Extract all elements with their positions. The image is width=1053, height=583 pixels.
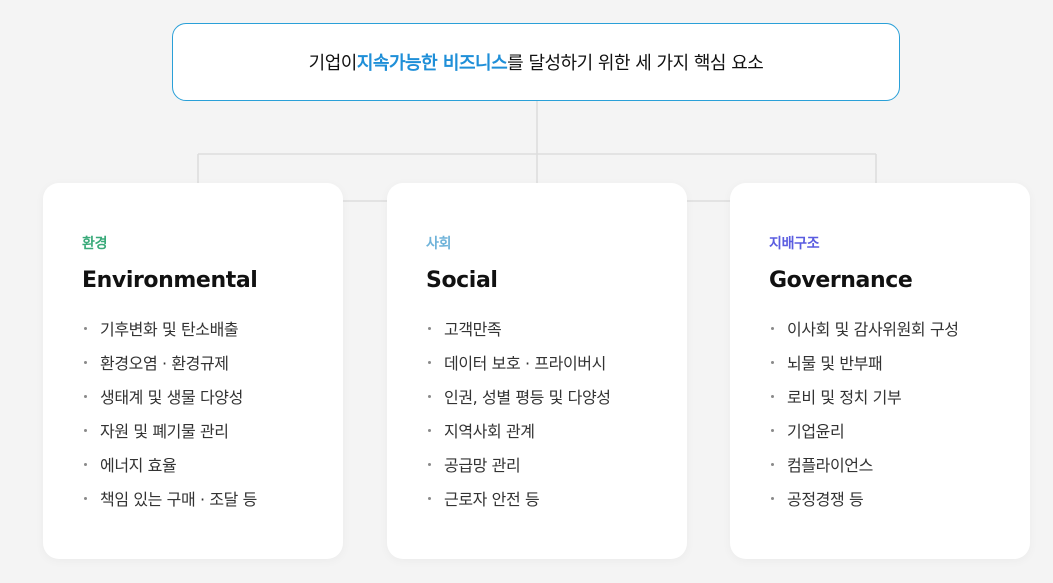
list-item: 지역사회 관계 (426, 413, 687, 447)
card-environmental: 환경 Environmental 기후변화 및 탄소배출 환경오염 · 환경규제… (43, 183, 343, 559)
list-item: 기후변화 및 탄소배출 (82, 311, 343, 345)
list-item: 데이터 보호 · 프라이버시 (426, 345, 687, 379)
bullet-icon (771, 496, 774, 500)
list-item: 생태계 및 생물 다양성 (82, 379, 343, 413)
header-suffix: 를 달성하기 위한 세 가지 핵심 요소 (507, 53, 764, 74)
list-item-text: 생태계 및 생물 다양성 (100, 388, 243, 407)
list-item-text: 이사회 및 감사위원회 구성 (787, 320, 959, 339)
list-item: 컴플라이언스 (769, 447, 1030, 481)
bullet-icon (84, 394, 87, 398)
header-highlight: 지속가능한 비즈니스 (356, 53, 508, 74)
bullet-icon (84, 496, 87, 500)
item-list: 고객만족 데이터 보호 · 프라이버시 인권, 성별 평등 및 다양성 지역사회… (426, 311, 687, 515)
bullet-icon (771, 326, 774, 330)
list-item-text: 기후변화 및 탄소배출 (100, 320, 239, 339)
bullet-icon (771, 462, 774, 466)
list-item-text: 기업윤리 (787, 422, 845, 441)
card-category: 사회 (426, 236, 452, 252)
list-item-text: 데이터 보호 · 프라이버시 (444, 354, 606, 373)
list-item-text: 자원 및 폐기물 관리 (100, 422, 229, 441)
list-item: 로비 및 정치 기부 (769, 379, 1030, 413)
list-item: 책임 있는 구매 · 조달 등 (82, 481, 343, 515)
list-item: 인권, 성별 평등 및 다양성 (426, 379, 687, 413)
list-item-text: 에너지 효율 (100, 456, 177, 475)
list-item-text: 컴플라이언스 (787, 456, 873, 475)
list-item: 뇌물 및 반부패 (769, 345, 1030, 379)
list-item: 이사회 및 감사위원회 구성 (769, 311, 1030, 345)
bullet-icon (84, 326, 87, 330)
list-item-text: 근로자 안전 등 (444, 490, 540, 509)
card-social: 사회 Social 고객만족 데이터 보호 · 프라이버시 인권, 성별 평등 … (387, 183, 687, 559)
list-item: 공급망 관리 (426, 447, 687, 481)
item-list: 이사회 및 감사위원회 구성 뇌물 및 반부패 로비 및 정치 기부 기업윤리 … (769, 311, 1030, 515)
bullet-icon (428, 428, 431, 432)
bullet-icon (428, 394, 431, 398)
list-item-text: 지역사회 관계 (444, 422, 535, 441)
bullet-icon (84, 360, 87, 364)
list-item-text: 로비 및 정치 기부 (787, 388, 902, 407)
list-item-text: 환경오염 · 환경규제 (100, 354, 229, 373)
card-category: 지배구조 (769, 236, 820, 252)
header-box: 기업이 지속가능한 비즈니스 를 달성하기 위한 세 가지 핵심 요소 (172, 23, 900, 101)
item-list: 기후변화 및 탄소배출 환경오염 · 환경규제 생태계 및 생물 다양성 자원 … (82, 311, 343, 515)
list-item-text: 인권, 성별 평등 및 다양성 (444, 388, 611, 407)
bullet-icon (84, 428, 87, 432)
list-item: 자원 및 폐기물 관리 (82, 413, 343, 447)
bullet-icon (771, 360, 774, 364)
bullet-icon (428, 462, 431, 466)
bullet-icon (428, 360, 431, 364)
list-item-text: 고객만족 (444, 320, 502, 339)
list-item: 공정경쟁 등 (769, 481, 1030, 515)
card-title: Environmental (82, 268, 258, 293)
list-item-text: 공정경쟁 등 (787, 490, 864, 509)
bullet-icon (84, 462, 87, 466)
list-item: 환경오염 · 환경규제 (82, 345, 343, 379)
card-title: Social (426, 268, 498, 293)
list-item: 근로자 안전 등 (426, 481, 687, 515)
list-item: 기업윤리 (769, 413, 1030, 447)
list-item-text: 책임 있는 구매 · 조달 등 (100, 490, 257, 509)
list-item-text: 공급망 관리 (444, 456, 521, 475)
header-prefix: 기업이 (308, 53, 358, 74)
list-item: 에너지 효율 (82, 447, 343, 481)
list-item-text: 뇌물 및 반부패 (787, 354, 883, 373)
bullet-icon (771, 394, 774, 398)
card-category: 환경 (82, 236, 108, 252)
bullet-icon (428, 326, 431, 330)
card-title: Governance (769, 268, 913, 293)
card-governance: 지배구조 Governance 이사회 및 감사위원회 구성 뇌물 및 반부패 … (730, 183, 1030, 559)
list-item: 고객만족 (426, 311, 687, 345)
bullet-icon (428, 496, 431, 500)
bullet-icon (771, 428, 774, 432)
